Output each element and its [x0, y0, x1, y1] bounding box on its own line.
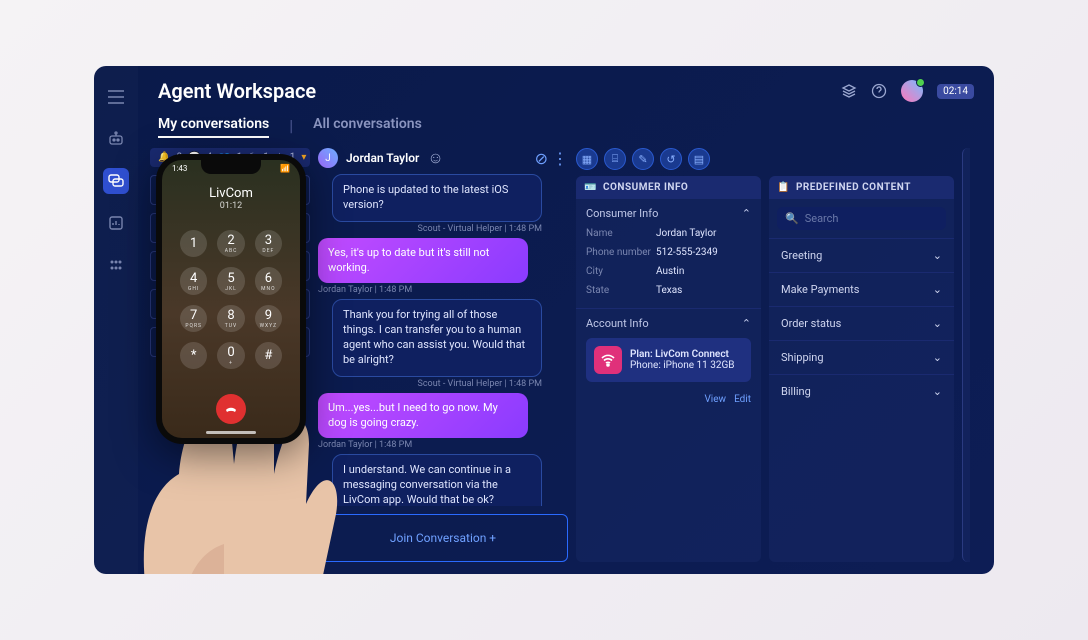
- agent-workspace-app: Agent Workspace 02:14 My conversations |…: [94, 66, 994, 574]
- users-icon: 👥: [218, 152, 230, 163]
- conversation-item[interactable]: 00:04💬: [150, 251, 310, 281]
- chat-chip-icon: 💬: [283, 295, 301, 313]
- panel-header: 🪪CONSUMER INFO: [576, 176, 761, 199]
- conversations-icon[interactable]: [103, 168, 129, 194]
- tool-icons: ▦ ⌸ ✎ ↺ ▤: [576, 148, 761, 176]
- view-link[interactable]: View: [704, 394, 726, 405]
- apps-icon[interactable]: [103, 252, 129, 278]
- chat-chip-icon: 💬: [283, 219, 301, 237]
- predefined-row[interactable]: Order status⌄: [769, 306, 954, 340]
- section-account-info[interactable]: Account Info⌃: [586, 317, 751, 334]
- user-chip-icon: 👤: [283, 333, 301, 351]
- predefined-row[interactable]: Greeting⌄: [769, 238, 954, 272]
- id-icon: 🪪: [584, 182, 597, 193]
- sentiment-icon[interactable]: ☺: [427, 148, 443, 168]
- more-icon[interactable]: ⋮: [552, 149, 568, 168]
- moon-icon: ☾: [248, 152, 257, 163]
- contact-avatar: J: [318, 148, 338, 168]
- message-customer: Yes, it's up to date but it's still not …: [318, 238, 568, 296]
- consumer-info-panel: 🪪CONSUMER INFO Consumer Info⌃ NameJordan…: [576, 176, 761, 562]
- app-title: Agent Workspace: [158, 79, 316, 103]
- chat-chip-icon: 💬: [283, 257, 301, 275]
- tab-my-conversations[interactable]: My conversations: [158, 116, 269, 138]
- message-list: Phone is updated to the latest iOS versi…: [318, 174, 568, 506]
- list-icon: 📋: [777, 182, 790, 193]
- chevron-down-icon: ⌄: [933, 385, 942, 398]
- contact-name: Jordan Taylor: [346, 151, 419, 165]
- panel-header: 📋PREDEFINED CONTENT: [769, 176, 954, 199]
- calendar-icon[interactable]: ▤: [688, 148, 710, 170]
- edit-link[interactable]: Edit: [734, 394, 751, 405]
- chevron-up-icon: ⌃: [742, 207, 751, 220]
- filter-icon[interactable]: ▾: [301, 152, 306, 163]
- star-icon: ★: [275, 152, 284, 163]
- top-bar: Agent Workspace 02:14: [138, 66, 994, 116]
- overflow-panel-edge: [962, 148, 970, 562]
- message-agent: Thank you for trying all of those things…: [318, 299, 568, 388]
- help-icon[interactable]: [871, 83, 887, 99]
- chat-icon: 💬: [188, 152, 200, 163]
- bot-icon[interactable]: [103, 126, 129, 152]
- layers-icon[interactable]: [841, 83, 857, 99]
- user-avatar[interactable]: [901, 80, 923, 102]
- message-agent: I understand. We can continue in a messa…: [318, 454, 568, 506]
- join-conversation-button[interactable]: Join Conversation +: [318, 514, 568, 562]
- check-icon[interactable]: ⊘: [535, 149, 548, 168]
- conversation-item[interactable]: 💬: [150, 213, 310, 243]
- tab-all-conversations[interactable]: All conversations: [313, 116, 422, 138]
- conversation-item[interactable]: 💬: [150, 175, 310, 205]
- message-customer: Um...yes...but I need to go now. My dog …: [318, 393, 568, 451]
- predefined-row[interactable]: Shipping⌄: [769, 340, 954, 374]
- session-time-badge: 02:14: [937, 84, 974, 99]
- message-agent: Phone is updated to the latest iOS versi…: [318, 174, 568, 234]
- bell-icon: 🔔: [158, 152, 170, 163]
- chat-header: J Jordan Taylor ☺ ⊘ ⋮: [318, 148, 568, 174]
- chat-panel: J Jordan Taylor ☺ ⊘ ⋮ Phone is updated t…: [318, 148, 568, 562]
- predefined-row[interactable]: Billing⌄: [769, 374, 954, 408]
- conversation-filters: 🔔0 💬4 👥1 ☾1 ★1 ▾: [150, 148, 310, 167]
- conversation-list: 🔔0 💬4 👥1 ☾1 ★1 ▾ 💬 💬 00:04💬 💬 👤: [150, 148, 310, 562]
- search-input[interactable]: 🔍Search: [777, 207, 946, 230]
- conversation-item[interactable]: 👤: [150, 327, 310, 357]
- wifi-icon: [594, 346, 622, 374]
- chevron-down-icon: ⌄: [933, 351, 942, 364]
- search-icon: 🔍: [785, 212, 799, 225]
- chevron-up-icon: ⌃: [742, 317, 751, 330]
- chevron-down-icon: ⌄: [933, 283, 942, 296]
- hamburger-icon[interactable]: [103, 84, 129, 110]
- edit-icon[interactable]: ✎: [632, 148, 654, 170]
- plan-card: Plan: LivCom ConnectPhone: iPhone 11 32G…: [586, 338, 751, 382]
- left-nav: [94, 66, 138, 574]
- database-icon[interactable]: ⌸: [604, 148, 626, 170]
- card-icon[interactable]: ▦: [576, 148, 598, 170]
- predefined-row[interactable]: Make Payments⌄: [769, 272, 954, 306]
- chevron-down-icon: ⌄: [933, 317, 942, 330]
- main-area: Agent Workspace 02:14 My conversations |…: [138, 66, 994, 574]
- conversation-tabs: My conversations | All conversations: [138, 116, 994, 148]
- history-icon[interactable]: ↺: [660, 148, 682, 170]
- predefined-content-panel: 📋PREDEFINED CONTENT 🔍Search Greeting⌄ Ma…: [769, 176, 954, 562]
- conversation-item[interactable]: 💬: [150, 289, 310, 319]
- section-consumer-info[interactable]: Consumer Info⌃: [586, 207, 751, 224]
- chat-chip-icon: 💬: [283, 181, 301, 199]
- analytics-icon[interactable]: [103, 210, 129, 236]
- chevron-down-icon: ⌄: [933, 249, 942, 262]
